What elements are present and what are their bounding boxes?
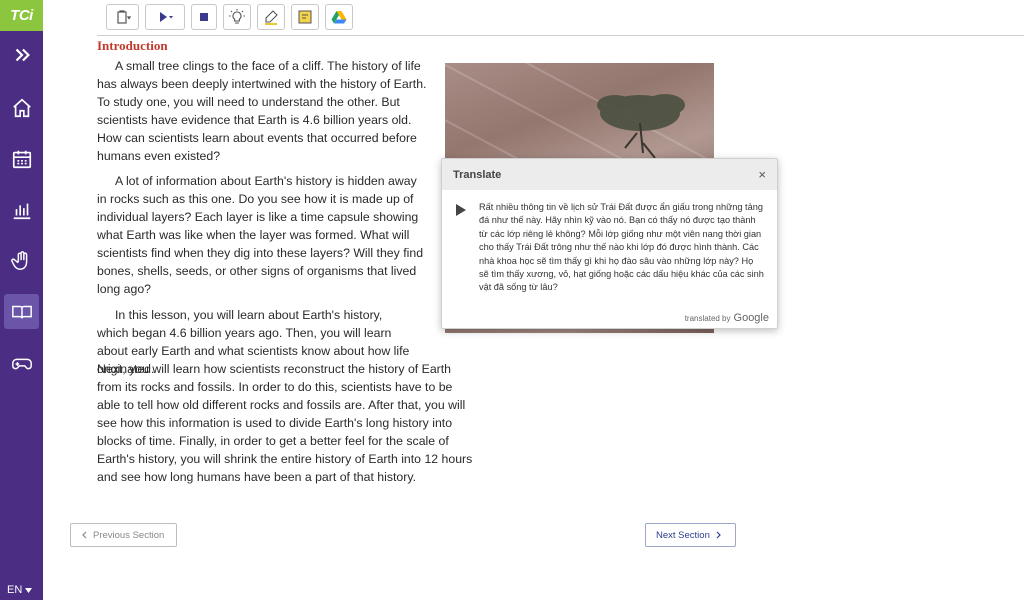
- close-icon[interactable]: ×: [758, 167, 766, 182]
- play-audio-button[interactable]: [145, 4, 185, 30]
- highlighter-button[interactable]: [257, 4, 285, 30]
- chevrons-right-icon: [15, 48, 30, 61]
- translate-header: Translate ×: [442, 159, 777, 190]
- clipboard-icon: [116, 10, 131, 24]
- hand-button[interactable]: [4, 243, 39, 278]
- language-selector[interactable]: EN: [7, 584, 33, 596]
- notes-button[interactable]: [291, 4, 319, 30]
- book-button[interactable]: [4, 294, 39, 329]
- google-drive-icon: [331, 11, 347, 24]
- previous-section-label: Previous Section: [93, 529, 165, 541]
- highlighter-icon: [265, 10, 278, 25]
- translated-text: Rất nhiều thông tin về lịch sử Trái Đất …: [479, 202, 764, 293]
- paragraph-1: A small tree clings to the face of a cli…: [97, 59, 427, 163]
- paragraph-2: A lot of information about Earth's histo…: [97, 174, 424, 296]
- hand-icon: [10, 250, 27, 270]
- caret-down-icon: [25, 587, 33, 593]
- reports-button[interactable]: [4, 192, 39, 227]
- tree-illustration: [597, 94, 685, 159]
- gamepad-icon: [11, 358, 32, 369]
- games-button[interactable]: [4, 346, 39, 381]
- expand-sidebar-button[interactable]: [4, 37, 39, 72]
- calendar-icon: [12, 150, 31, 168]
- stop-icon: [200, 13, 208, 21]
- section-heading: Introduction: [97, 38, 168, 53]
- home-icon: [12, 98, 31, 117]
- lightbulb-icon: [229, 9, 245, 24]
- home-button[interactable]: [4, 90, 39, 125]
- chevron-left-icon: [82, 531, 87, 539]
- clipboard-menu-button[interactable]: [106, 4, 139, 30]
- ideas-button[interactable]: [223, 4, 251, 30]
- stop-audio-button[interactable]: [191, 4, 217, 30]
- chevron-right-icon: [716, 531, 721, 539]
- next-section-label: Next Section: [656, 529, 710, 541]
- google-logo: Google: [733, 312, 769, 324]
- tci-logo[interactable]: TCi: [0, 0, 43, 31]
- translate-popup: Translate × Rất nhiều thông tin về lịch …: [441, 158, 778, 329]
- next-section-button[interactable]: Next Section: [645, 523, 736, 547]
- credit-label: translated by: [684, 314, 731, 323]
- language-label: EN: [7, 584, 23, 596]
- calendar-button[interactable]: [4, 141, 39, 176]
- reader-toolbar: [97, 0, 1024, 36]
- previous-section-button[interactable]: Previous Section: [70, 523, 177, 547]
- bar-chart-icon: [13, 203, 30, 219]
- play-icon: [160, 12, 173, 22]
- sidebar: TCi EN: [0, 0, 43, 600]
- sticky-note-icon: [298, 10, 312, 24]
- translation-credit: translated by Google: [685, 312, 769, 324]
- play-translation-button[interactable]: [456, 204, 466, 216]
- book-icon: [11, 305, 32, 319]
- translate-title: Translate: [453, 168, 502, 181]
- paragraph-4: Next, you will learn how scientists reco…: [97, 362, 473, 484]
- google-drive-button[interactable]: [325, 4, 353, 30]
